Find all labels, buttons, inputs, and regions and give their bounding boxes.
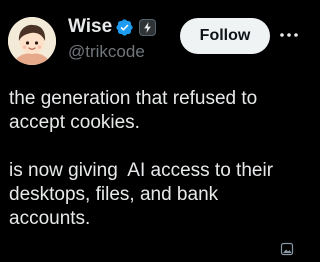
- lightning-badge-icon: [139, 19, 156, 36]
- media-corner-icon[interactable]: [280, 242, 294, 256]
- tweet-text: the generation that refused to accept co…: [9, 87, 297, 231]
- display-name[interactable]: Wise: [68, 15, 112, 39]
- avatar[interactable]: [8, 17, 56, 65]
- tweet-paragraph: the generation that refused to accept co…: [9, 88, 258, 133]
- user-handle[interactable]: @trikcode: [68, 41, 145, 63]
- follow-button[interactable]: Follow: [180, 18, 270, 54]
- avatar-illustration: [8, 17, 56, 65]
- more-options-icon[interactable]: [279, 28, 299, 42]
- tweet-paragraph: is now giving AI access to their desktop…: [9, 160, 274, 229]
- verified-badge-icon: [116, 19, 133, 36]
